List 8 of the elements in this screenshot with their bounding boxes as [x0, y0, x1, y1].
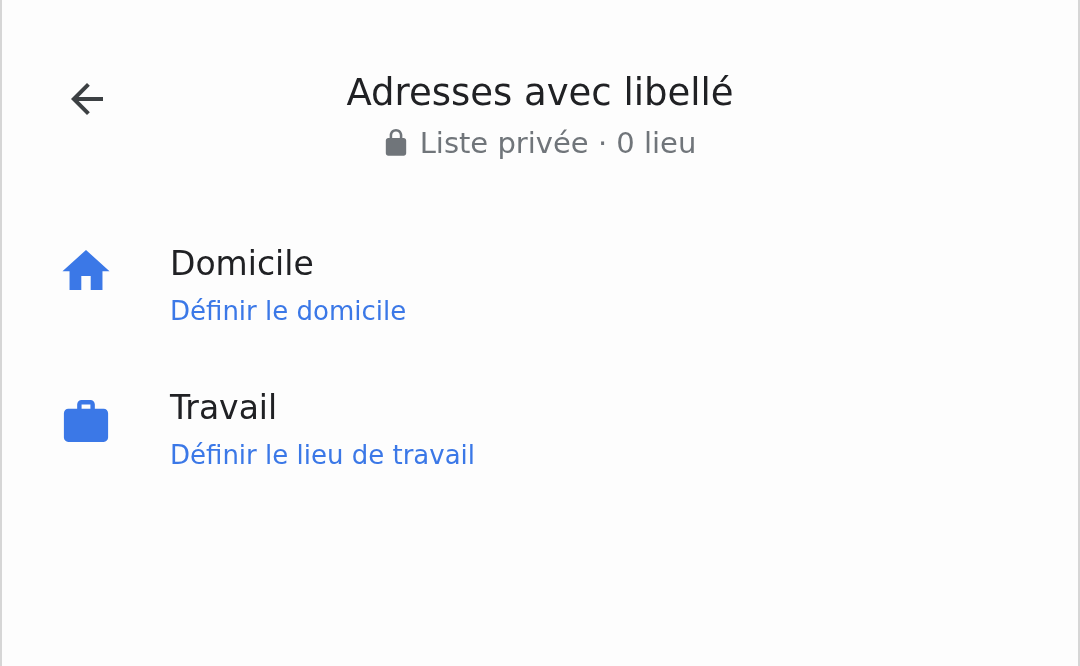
home-icon — [60, 250, 112, 290]
page-title: Adresses avec libellé — [346, 70, 734, 116]
place-name: Domicile — [170, 243, 315, 285]
set-place-link[interactable]: Définir le domicile — [170, 296, 407, 326]
set-place-link[interactable]: Définir le lieu de travail — [170, 440, 476, 470]
lock-icon — [383, 129, 408, 157]
place-name: Travail — [170, 387, 279, 429]
list-info: Liste privée · 0 lieu — [419, 126, 697, 160]
